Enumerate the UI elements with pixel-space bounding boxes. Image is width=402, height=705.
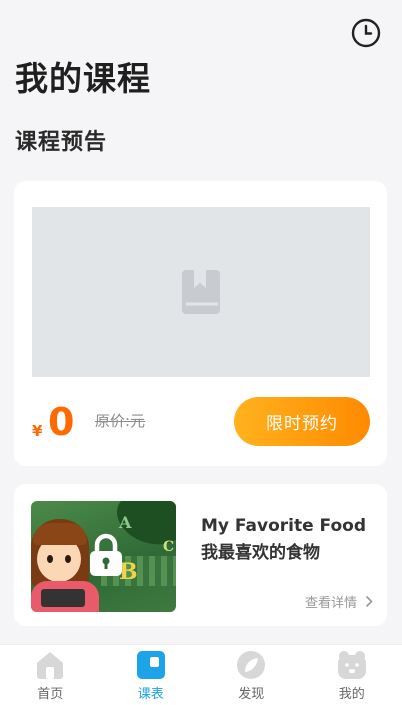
- view-details-label: 查看详情: [304, 596, 357, 611]
- bottom-tab-bar: 首页 课表 发现 我的: [0, 644, 402, 705]
- clock-icon: [351, 18, 381, 48]
- price-value: 0: [48, 400, 75, 444]
- course-card[interactable]: A C B My Favorite Food 我最喜欢的食物 查看详情: [14, 484, 387, 626]
- home-icon: [37, 652, 64, 679]
- lock-icon: [90, 533, 122, 576]
- reserve-button[interactable]: 限时预约: [234, 397, 370, 446]
- tab-discover-label: 发现: [238, 687, 265, 702]
- page-title: 我的课程: [15, 59, 151, 98]
- original-price: 原价:元: [95, 412, 146, 430]
- book-icon: [182, 270, 220, 314]
- course-preview-card: ¥ 0 原价:元 限时预约: [14, 181, 387, 466]
- course-thumbnail: A C B: [31, 501, 176, 612]
- tab-home-label: 首页: [37, 687, 64, 702]
- profile-icon: [337, 651, 366, 679]
- course-title: My Favorite Food 我最喜欢的食物: [201, 516, 367, 563]
- view-details-link[interactable]: 查看详情: [305, 592, 373, 611]
- history-button[interactable]: [350, 17, 382, 49]
- image-placeholder: [32, 207, 370, 377]
- tab-discover[interactable]: 发现: [201, 645, 302, 705]
- chevron-right-icon: [365, 595, 373, 608]
- tab-profile-label: 我的: [338, 687, 365, 702]
- discover-icon: [237, 651, 266, 679]
- currency-symbol: ¥: [32, 422, 43, 440]
- tab-schedule-label: 课表: [137, 687, 164, 702]
- price-row: ¥ 0 原价:元 限时预约: [32, 396, 370, 451]
- tab-profile[interactable]: 我的: [302, 645, 402, 705]
- tab-home[interactable]: 首页: [0, 645, 101, 705]
- tab-schedule[interactable]: 课表: [101, 645, 202, 705]
- schedule-icon: [136, 651, 165, 679]
- section-title: 课程预告: [15, 130, 108, 155]
